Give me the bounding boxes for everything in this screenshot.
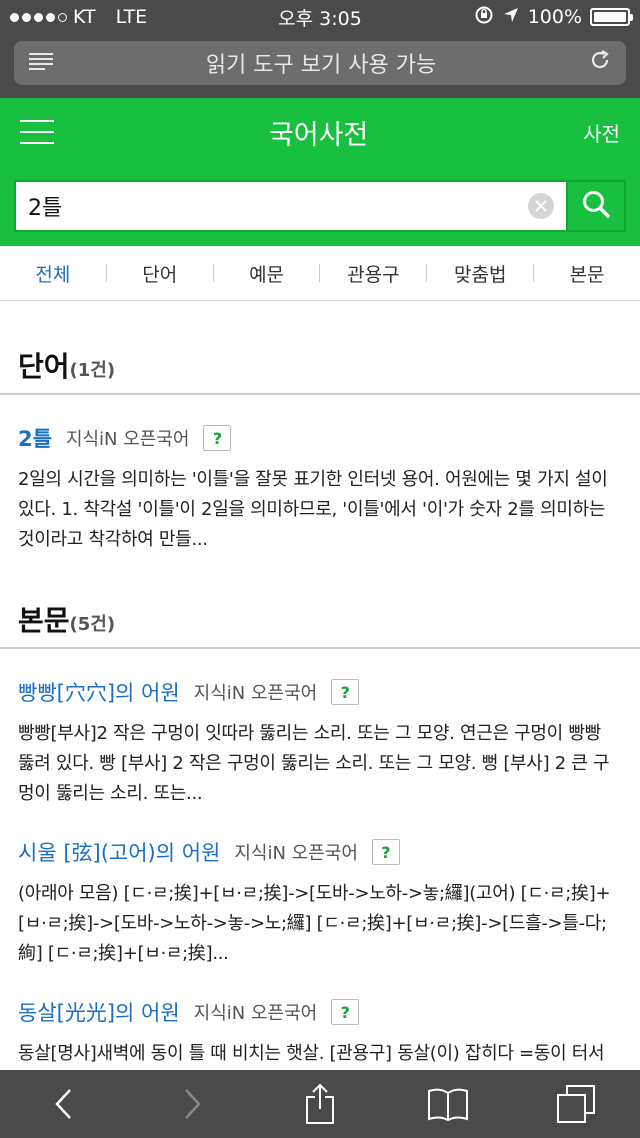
section-header-texts: 본문 (5건) [0, 555, 640, 639]
network-label: LTE [115, 6, 148, 28]
dictionary-link[interactable]: 사전 [583, 118, 620, 147]
entry-title-link[interactable]: 2틀 [18, 423, 52, 453]
entry-header: 시울 [弦](고어)의 어원 지식iN 오픈국어 ? [18, 837, 622, 867]
entry-source[interactable]: 지식iN 오픈국어 [66, 425, 190, 451]
section-header-words: 단어 (1건) [0, 301, 640, 385]
share-icon[interactable] [292, 1076, 348, 1132]
browser-toolbar [0, 1070, 640, 1138]
address-bar[interactable]: 읽기 도구 보기 사용 가능 [14, 41, 626, 85]
entry-header: 동살[光光]의 어원 지식iN 오픈국어 ? [18, 997, 622, 1027]
result-entry: 빵빵[穴穴]의 어원 지식iN 오픈국어 ? 빵빵[부사]2 작은 구멍이 잇따… [0, 649, 640, 809]
entry-header: 빵빵[穴穴]의 어원 지식iN 오픈국어 ? [18, 677, 622, 707]
entry-title-link[interactable]: 동살[光光]의 어원 [18, 997, 180, 1027]
entry-title-link[interactable]: 시울 [弦](고어)의 어원 [18, 837, 220, 867]
location-icon [502, 6, 520, 29]
result-entry: 동살[光光]의 어원 지식iN 오픈국어 ? 동살[명사]새벽에 동이 틀 때 … [0, 969, 640, 1069]
entry-snippet[interactable]: (아래아 모음) [ㄷ·ㄹ;挨]+[ㅂ·ㄹ;挨]->[도바->노하->놓;纙](… [18, 879, 622, 969]
search-icon [581, 189, 611, 223]
entry-snippet[interactable]: 2일의 시간을 의미하는 '이틀'을 잘못 표기한 인터넷 용어. 어원에는 몇… [18, 465, 622, 555]
battery-percent: 100% [527, 6, 583, 28]
section-count: (5건) [69, 614, 116, 635]
bookmarks-icon[interactable] [420, 1076, 476, 1132]
entry-source[interactable]: 지식iN 오픈국어 [234, 839, 358, 865]
search-area [0, 166, 640, 246]
orientation-lock-icon [474, 5, 494, 30]
carrier-label: KT [73, 6, 96, 28]
back-icon[interactable] [36, 1076, 92, 1132]
tab-examples[interactable]: 예문 [214, 260, 320, 287]
status-left: KT LTE [10, 6, 217, 28]
tabs-icon[interactable] [548, 1076, 604, 1132]
help-badge-icon[interactable]: ? [203, 425, 232, 451]
entry-source[interactable]: 지식iN 오픈국어 [194, 999, 318, 1025]
result-entry: 2틀 지식iN 오픈국어 ? 2일의 시간을 의미하는 '이틀'을 잘못 표기한… [0, 395, 640, 555]
tab-idioms[interactable]: 관용구 [320, 260, 426, 287]
page-title[interactable]: 국어사전 [54, 113, 583, 152]
result-entry: 시울 [弦](고어)의 어원 지식iN 오픈국어 ? (아래아 모음) [ㄷ·ㄹ… [0, 809, 640, 969]
help-badge-icon[interactable]: ? [371, 839, 400, 865]
tab-all[interactable]: 전체 [0, 260, 106, 287]
status-time: 오후 3:05 [278, 7, 362, 30]
app-header: 국어사전 사전 [0, 98, 640, 166]
help-badge-icon[interactable]: ? [331, 679, 360, 705]
hamburger-icon[interactable] [20, 120, 54, 144]
help-badge-icon[interactable]: ? [331, 999, 360, 1025]
tab-words[interactable]: 단어 [107, 260, 213, 287]
entry-snippet[interactable]: 빵빵[부사]2 작은 구멍이 잇따라 뚫리는 소리. 또는 그 모양. 연근은 … [18, 719, 622, 809]
search-button[interactable] [566, 180, 626, 232]
reload-icon[interactable] [588, 48, 612, 78]
signal-strength-icon [10, 12, 67, 22]
battery-icon [590, 8, 634, 26]
entry-snippet[interactable]: 동살[명사]새벽에 동이 틀 때 비치는 햇살. [관용구] 동살(이) 잡히다… [18, 1039, 622, 1069]
status-right: 100% [423, 5, 634, 30]
entry-title-link[interactable]: 빵빵[穴穴]의 어원 [18, 677, 180, 707]
browser-address-area: 읽기 도구 보기 사용 가능 [0, 34, 640, 98]
status-bar: KT LTE 오후 3:05 100% [0, 0, 640, 34]
filter-tabs: 전체 단어 예문 관용구 맞춤법 본문 [0, 246, 640, 301]
entry-source[interactable]: 지식iN 오픈국어 [194, 679, 318, 705]
tab-texts[interactable]: 본문 [534, 260, 640, 287]
section-title: 본문 [18, 604, 70, 637]
forward-icon[interactable] [164, 1076, 220, 1132]
tab-spelling[interactable]: 맞춤법 [427, 260, 533, 287]
entry-header: 2틀 지식iN 오픈국어 ? [18, 423, 622, 453]
search-box [14, 180, 566, 232]
reader-mode-icon[interactable] [28, 51, 54, 76]
results-content[interactable]: 단어 (1건) 2틀 지식iN 오픈국어 ? 2일의 시간을 의미하는 '이틀'… [0, 301, 640, 1070]
section-title: 단어 [18, 350, 70, 383]
section-count: (1건) [69, 360, 116, 381]
search-input[interactable] [28, 193, 528, 219]
address-text[interactable]: 읽기 도구 보기 사용 가능 [54, 47, 588, 79]
clear-icon[interactable] [528, 193, 554, 219]
